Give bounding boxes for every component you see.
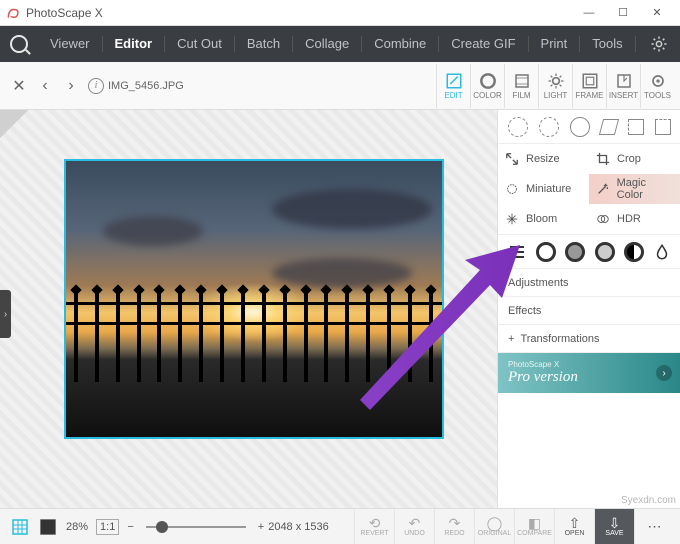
app-logo-icon [6,6,20,20]
window-title: PhotoScape X [26,6,572,20]
drop-icon[interactable] [653,243,671,261]
save-button[interactable]: ⇩SAVE [594,509,634,544]
tab-editor[interactable]: Editor [103,36,166,52]
zoom-slider-thumb[interactable] [156,521,168,533]
effects-section[interactable]: Effects [498,297,680,325]
miniature-icon [504,181,520,197]
adjustments-section[interactable]: Adjustments [498,269,680,297]
undo-button[interactable]: ↶UNDO [394,509,434,544]
arrow-right-icon: › [656,365,672,381]
more-button[interactable]: ⋯ [634,509,674,544]
expand-panel-button[interactable]: › [0,290,11,338]
menu-lines-icon[interactable] [507,242,527,262]
miniature-tool[interactable]: Miniature [498,174,589,204]
next-file-button[interactable]: › [60,75,82,97]
transformations-section[interactable]: +Transformations [498,325,680,353]
tab-creategif[interactable]: Create GIF [439,36,528,52]
magic-color-tool[interactable]: Magic Color [589,174,680,204]
tool-grid: Resize Crop Miniature Magic Color Bloom … [498,144,680,235]
close-button[interactable]: ✕ [640,0,674,25]
original-button[interactable]: ◯ORIGINAL [474,509,514,544]
menubar: Viewer Editor Cut Out Batch Collage Comb… [0,26,680,62]
mode-color[interactable]: COLOR [470,64,504,108]
crop-tool[interactable]: Crop [589,144,680,174]
crop-icon [595,151,611,167]
watermark: Syexdn.com [621,495,676,506]
bloom-icon [504,211,520,227]
rotate-fine-icon[interactable] [570,117,590,137]
filter-3-icon[interactable] [595,242,615,262]
search-icon[interactable] [10,35,28,53]
image-canvas[interactable] [64,159,444,439]
flip-v-icon[interactable] [655,119,671,135]
mode-insert[interactable]: INSERT [606,64,640,108]
bloom-tool[interactable]: Bloom [498,204,589,234]
mode-edit[interactable]: EDIT [436,64,470,108]
bottom-bar: 28% 1:1 − + 2048 x 1536 ⟲REVERT ↶UNDO ↷R… [0,508,680,544]
mode-film[interactable]: FILM [504,64,538,108]
action-buttons: ⟲REVERT ↶UNDO ↷REDO ◯ORIGINAL ◧COMPARE ⇧… [354,509,674,544]
background-icon[interactable] [37,516,59,538]
zoom-slider[interactable] [146,526,246,528]
minimize-button[interactable]: — [572,0,606,25]
revert-button[interactable]: ⟲REVERT [354,509,394,544]
filter-2-icon[interactable] [565,242,585,262]
open-button[interactable]: ⇧OPEN [554,509,594,544]
grid-icon[interactable] [9,516,31,538]
hdr-tool[interactable]: HDR [589,204,680,234]
resize-tool[interactable]: Resize [498,144,589,174]
zoom-in-button[interactable]: + [258,521,264,533]
close-file-button[interactable]: ✕ [8,75,30,97]
rotation-row [498,110,680,144]
side-panel: Resize Crop Miniature Magic Color Bloom … [497,110,680,508]
mode-frame[interactable]: FRAME [572,64,606,108]
fit-to-actual[interactable]: 1:1 [96,519,119,535]
compare-button[interactable]: ◧COMPARE [514,509,554,544]
filter-1-icon[interactable] [536,242,556,262]
plus-icon: + [508,333,514,345]
rotate-right-icon[interactable] [539,117,559,137]
gear-icon[interactable] [650,35,668,53]
pro-badge-icon [0,110,40,150]
rotate-left-icon[interactable] [508,117,528,137]
tab-viewer[interactable]: Viewer [38,36,103,52]
tab-collage[interactable]: Collage [293,36,362,52]
filename-label: IMG_5456.JPG [108,80,436,92]
wand-icon [595,181,611,197]
mode-light[interactable]: LIGHT [538,64,572,108]
straighten-icon[interactable] [598,119,618,135]
prev-file-button[interactable]: ‹ [34,75,56,97]
info-icon[interactable]: i [88,78,104,94]
titlebar: PhotoScape X — ☐ ✕ [0,0,680,26]
photo-fence [66,292,442,382]
tab-print[interactable]: Print [529,36,581,52]
pro-banner[interactable]: PhotoScape XPro version › [498,353,680,393]
redo-button[interactable]: ↷REDO [434,509,474,544]
editor-toolbar: ✕ ‹ › i IMG_5456.JPG EDIT COLOR FILM LIG… [0,62,680,110]
dimensions-label: 2048 x 1536 [268,521,329,533]
filter-4-icon[interactable] [624,242,644,262]
zoom-out-button[interactable]: − [127,521,133,533]
tab-combine[interactable]: Combine [362,36,439,52]
flip-h-icon[interactable] [628,119,644,135]
canvas-area [0,110,497,508]
maximize-button[interactable]: ☐ [606,0,640,25]
mode-tools[interactable]: TOOLS [640,64,674,108]
hdr-icon [595,211,611,227]
tab-cutout[interactable]: Cut Out [165,36,235,52]
resize-icon [504,151,520,167]
filter-presets-row [498,235,680,269]
zoom-level[interactable]: 28% [66,521,88,533]
tab-batch[interactable]: Batch [235,36,293,52]
tab-tools[interactable]: Tools [580,36,635,52]
